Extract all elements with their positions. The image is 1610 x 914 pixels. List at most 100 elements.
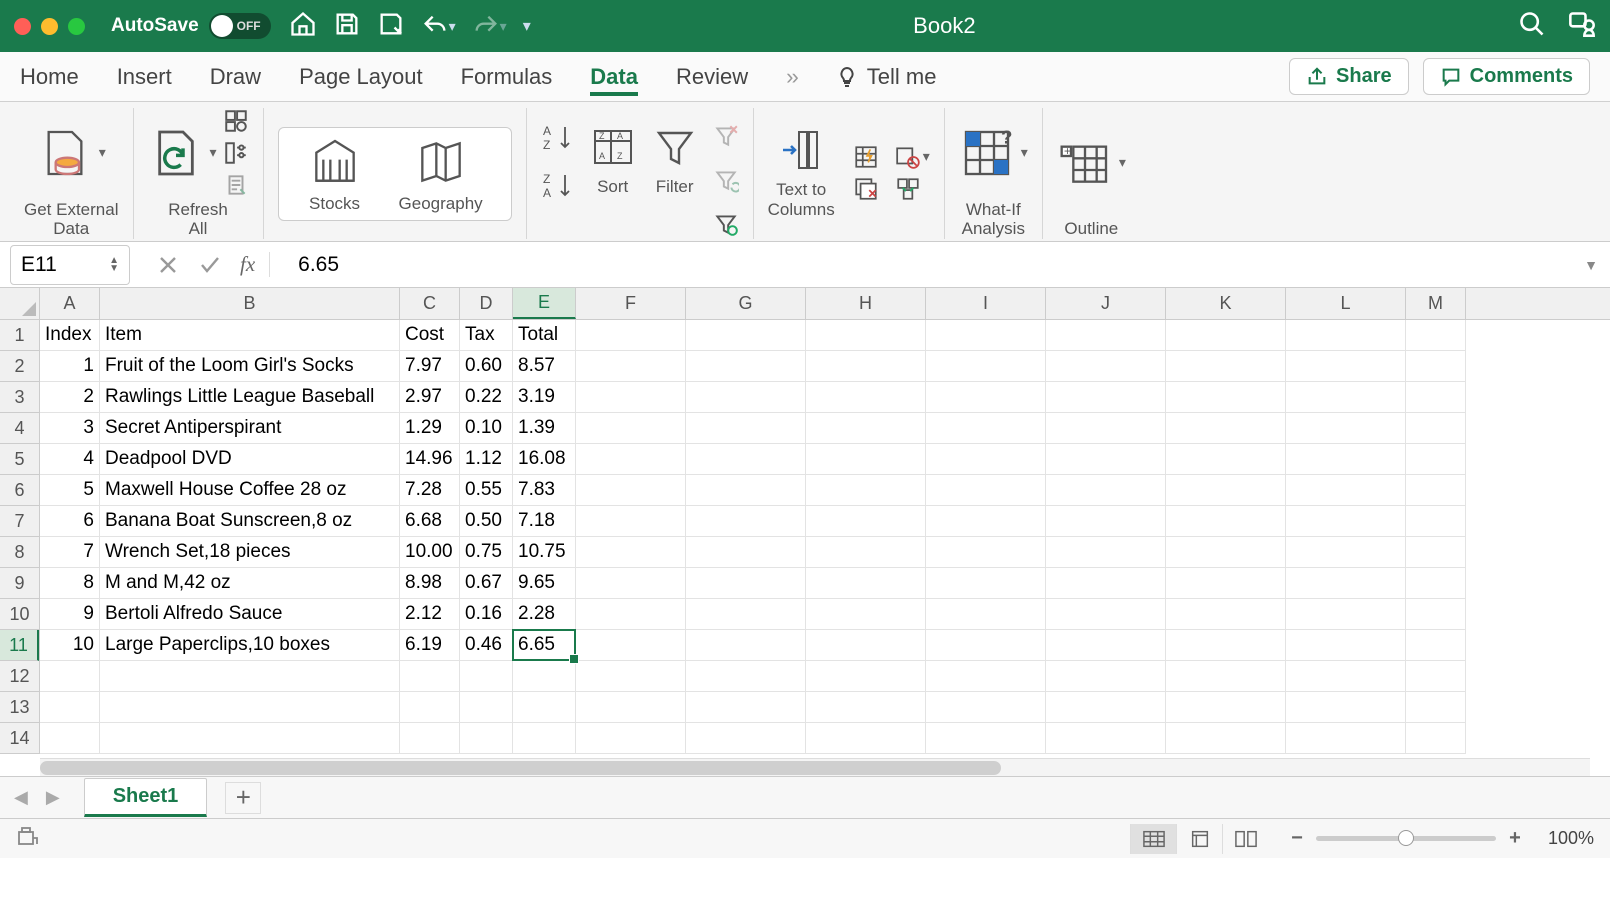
cell-M11[interactable] [1406, 630, 1466, 661]
account-icon[interactable] [1568, 10, 1596, 43]
cell-K10[interactable] [1166, 599, 1286, 630]
cell-A9[interactable]: 8 [40, 568, 100, 599]
cell-M5[interactable] [1406, 444, 1466, 475]
cell-I13[interactable] [926, 692, 1046, 723]
cell-B9[interactable]: M and M,42 oz [100, 568, 400, 599]
insert-function-icon[interactable]: fx [240, 252, 270, 277]
tell-me-search[interactable]: Tell me [835, 63, 937, 91]
cell-M1[interactable] [1406, 320, 1466, 351]
cell-K1[interactable] [1166, 320, 1286, 351]
cell-L6[interactable] [1286, 475, 1406, 506]
cell-A6[interactable]: 5 [40, 475, 100, 506]
enter-formula-icon[interactable] [198, 253, 222, 277]
row-header-4[interactable]: 4 [0, 413, 39, 444]
tab-review[interactable]: Review [676, 58, 748, 96]
cell-I12[interactable] [926, 661, 1046, 692]
cell-F14[interactable] [576, 723, 686, 754]
cell-M13[interactable] [1406, 692, 1466, 723]
cell-C8[interactable]: 10.00 [400, 537, 460, 568]
cell-H12[interactable] [806, 661, 926, 692]
cell-D7[interactable]: 0.50 [460, 506, 513, 537]
cell-B2[interactable]: Fruit of the Loom Girl's Socks [100, 351, 400, 382]
row-header-11[interactable]: 11 [0, 630, 39, 661]
cell-M10[interactable] [1406, 599, 1466, 630]
cell-L4[interactable] [1286, 413, 1406, 444]
cell-L12[interactable] [1286, 661, 1406, 692]
next-sheet-icon[interactable]: ▶ [46, 787, 60, 808]
cell-L2[interactable] [1286, 351, 1406, 382]
cell-J4[interactable] [1046, 413, 1166, 444]
column-header-E[interactable]: E [513, 288, 576, 319]
cell-C7[interactable]: 6.68 [400, 506, 460, 537]
cell-H8[interactable] [806, 537, 926, 568]
row-header-2[interactable]: 2 [0, 351, 39, 382]
cell-E10[interactable]: 2.28 [513, 599, 576, 630]
cell-H13[interactable] [806, 692, 926, 723]
cell-A1[interactable]: Index [40, 320, 100, 351]
cell-I8[interactable] [926, 537, 1046, 568]
cell-F2[interactable] [576, 351, 686, 382]
cell-G10[interactable] [686, 599, 806, 630]
zoom-percentage[interactable]: 100% [1534, 828, 1594, 849]
home-icon[interactable] [289, 10, 317, 43]
zoom-in-button[interactable]: + [1506, 827, 1524, 850]
cell-H10[interactable] [806, 599, 926, 630]
cell-K5[interactable] [1166, 444, 1286, 475]
cell-H5[interactable] [806, 444, 926, 475]
column-header-F[interactable]: F [576, 288, 686, 319]
cell-M12[interactable] [1406, 661, 1466, 692]
cell-D6[interactable]: 0.55 [460, 475, 513, 506]
cell-I3[interactable] [926, 382, 1046, 413]
cell-H1[interactable] [806, 320, 926, 351]
cell-B7[interactable]: Banana Boat Sunscreen,8 oz [100, 506, 400, 537]
cell-M4[interactable] [1406, 413, 1466, 444]
cell-D10[interactable]: 0.16 [460, 599, 513, 630]
cell-J1[interactable] [1046, 320, 1166, 351]
cell-J12[interactable] [1046, 661, 1166, 692]
spreadsheet-grid[interactable]: ABCDEFGHIJKLM 1234567891011121314 IndexI… [0, 288, 1610, 776]
cell-A5[interactable]: 4 [40, 444, 100, 475]
column-header-G[interactable]: G [686, 288, 806, 319]
cell-L11[interactable] [1286, 630, 1406, 661]
cell-M2[interactable] [1406, 351, 1466, 382]
cell-G11[interactable] [686, 630, 806, 661]
column-header-J[interactable]: J [1046, 288, 1166, 319]
cell-G8[interactable] [686, 537, 806, 568]
cell-K2[interactable] [1166, 351, 1286, 382]
cell-L13[interactable] [1286, 692, 1406, 723]
cell-G9[interactable] [686, 568, 806, 599]
row-header-10[interactable]: 10 [0, 599, 39, 630]
cell-A14[interactable] [40, 723, 100, 754]
maximize-window-button[interactable] [68, 18, 85, 35]
prev-sheet-icon[interactable]: ◀ [14, 787, 28, 808]
sort-asc-icon[interactable]: AZ [541, 123, 575, 153]
cell-F8[interactable] [576, 537, 686, 568]
zoom-slider[interactable] [1316, 836, 1496, 841]
cell-E5[interactable]: 16.08 [513, 444, 576, 475]
redo-icon[interactable]: ▾ [472, 12, 507, 40]
cell-C9[interactable]: 8.98 [400, 568, 460, 599]
cell-K3[interactable] [1166, 382, 1286, 413]
column-header-I[interactable]: I [926, 288, 1046, 319]
autosave-toggle[interactable]: OFF [209, 13, 271, 39]
cell-C13[interactable] [400, 692, 460, 723]
cell-C11[interactable]: 6.19 [400, 630, 460, 661]
cell-H9[interactable] [806, 568, 926, 599]
column-header-A[interactable]: A [40, 288, 100, 319]
cell-G6[interactable] [686, 475, 806, 506]
cell-D4[interactable]: 0.10 [460, 413, 513, 444]
cell-E13[interactable] [513, 692, 576, 723]
cell-C2[interactable]: 7.97 [400, 351, 460, 382]
cell-E12[interactable] [513, 661, 576, 692]
cell-F13[interactable] [576, 692, 686, 723]
cell-M7[interactable] [1406, 506, 1466, 537]
cell-K9[interactable] [1166, 568, 1286, 599]
cell-L9[interactable] [1286, 568, 1406, 599]
cell-H14[interactable] [806, 723, 926, 754]
name-box[interactable]: E11 ▲▼ [10, 245, 130, 285]
row-header-13[interactable]: 13 [0, 692, 39, 723]
cell-K12[interactable] [1166, 661, 1286, 692]
cell-C3[interactable]: 2.97 [400, 382, 460, 413]
cell-C1[interactable]: Cost [400, 320, 460, 351]
flash-fill-icon[interactable] [853, 144, 879, 170]
